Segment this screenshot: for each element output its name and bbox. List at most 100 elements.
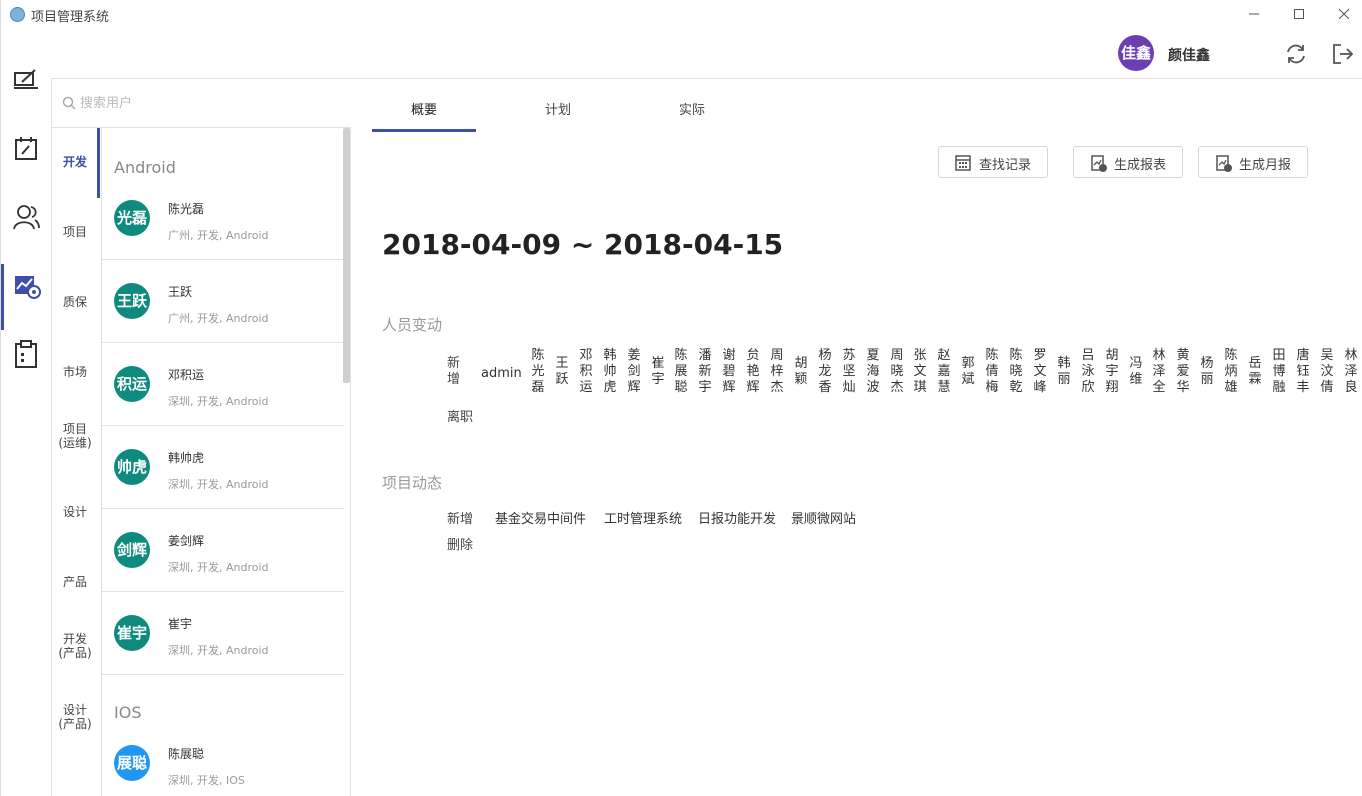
user-avatar[interactable]: 佳鑫	[1118, 35, 1154, 71]
category-product[interactable]: 产品	[52, 575, 98, 589]
avatar: 光磊	[114, 200, 150, 236]
category-ops[interactable]: 项目 (运维)	[52, 422, 98, 450]
user-item-meta: 广州, 开发, Android	[168, 312, 269, 325]
date-range-title: 2018-04-09 ~ 2018-04-15	[382, 228, 784, 261]
personnel-added-name[interactable]: 陈 炳 雄	[1223, 348, 1239, 396]
personnel-added-name[interactable]: 邓 积 运	[578, 348, 594, 396]
project-item[interactable]: 工时管理系统	[604, 508, 682, 527]
personnel-added-name[interactable]: 潘 新 宇	[697, 348, 713, 396]
category-qa[interactable]: 质保	[52, 295, 98, 309]
personnel-added-name[interactable]: 陈 展 聪	[673, 348, 689, 396]
user-item-name: 陈展聪	[168, 747, 205, 761]
personnel-section-title: 人员变动	[382, 316, 443, 334]
refresh-icon	[1287, 44, 1305, 64]
group-title-android: Android	[114, 158, 176, 177]
personnel-added-name[interactable]: 谢 碧 辉	[721, 348, 737, 396]
personnel-added-name[interactable]: 赵 嘉 慧	[936, 348, 952, 396]
category-dev-product[interactable]: 开发 (产品)	[52, 632, 98, 660]
maximize-button[interactable]	[1288, 4, 1310, 24]
list-item[interactable]: 积运 邓积运 深圳, 开发, Android	[102, 343, 344, 426]
personnel-added-name[interactable]: 陈 倩 梅	[984, 348, 1000, 396]
user-list-scrollbar[interactable]	[343, 128, 350, 383]
find-records-button[interactable]: 查找记录	[938, 146, 1048, 178]
personnel-added-name[interactable]: 苏 坚 灿	[841, 348, 857, 396]
personnel-added-name[interactable]: 崔 宇	[650, 356, 666, 388]
user-list: Android 光磊 陈光磊 广州, 开发, Android 王跃 王跃 广州,…	[101, 128, 351, 796]
clipboard-icon	[15, 340, 37, 368]
avatar: 王跃	[114, 283, 150, 319]
generate-report-button[interactable]: 生成报表	[1073, 146, 1183, 178]
close-window-button[interactable]	[1333, 4, 1355, 24]
logout-button[interactable]	[1331, 42, 1355, 66]
list-item[interactable]: 光磊 陈光磊 广州, 开发, Android	[102, 177, 344, 260]
project-item[interactable]: 景顺微网站	[791, 508, 856, 527]
personnel-added-name[interactable]: 胡 宇 翔	[1104, 348, 1120, 396]
personnel-added-name[interactable]: 林 泽 全	[1151, 348, 1167, 396]
personnel-added-name[interactable]: 陈 晓 乾	[1008, 348, 1024, 396]
personnel-added-name[interactable]: 唐 钰 丰	[1295, 348, 1311, 396]
personnel-added-name[interactable]: 王 跃	[554, 356, 570, 388]
personnel-added-name[interactable]: 周 梓 杰	[769, 348, 785, 396]
personnel-added-name[interactable]: 田 博 融	[1271, 348, 1287, 396]
tab-overview[interactable]: 概要	[372, 96, 476, 132]
app-logo-icon	[10, 7, 25, 22]
project-item[interactable]: 基金交易中间件	[495, 508, 586, 527]
personnel-added-name[interactable]: 韩 帅 虎	[602, 348, 618, 396]
minimize-icon	[1249, 13, 1259, 15]
search-icon	[62, 96, 76, 110]
personnel-added-name[interactable]: 郭 斌	[960, 356, 976, 388]
nav-tasks[interactable]	[1, 332, 51, 372]
avatar: 积运	[114, 366, 150, 402]
list-item[interactable]: 帅虎 韩帅虎 深圳, 开发, Android	[102, 426, 344, 509]
close-icon	[1338, 8, 1350, 20]
personnel-added-name[interactable]: 贠 艳 辉	[745, 348, 761, 396]
category-project[interactable]: 项目	[52, 225, 98, 239]
generate-monthly-button[interactable]: 生成月报	[1198, 146, 1308, 178]
personnel-added-name[interactable]: 吕 泳 欣	[1080, 348, 1096, 396]
logout-icon	[1333, 44, 1354, 64]
list-item[interactable]: 崔宇 崔宇 深圳, 开发, Android	[102, 592, 344, 675]
user-item-name: 陈光磊	[168, 202, 205, 216]
personnel-added-admin[interactable]: admin	[481, 366, 522, 381]
nav-daily-report[interactable]	[1, 60, 51, 100]
group-title-ios: IOS	[114, 703, 142, 722]
category-design-product[interactable]: 设计 (产品)	[52, 703, 98, 731]
nav-reports[interactable]	[1, 264, 51, 330]
personnel-added-name[interactable]: 吴 汶 倩	[1319, 348, 1335, 396]
list-item[interactable]: 王跃 王跃 广州, 开发, Android	[102, 260, 344, 343]
personnel-added-name[interactable]: 张 文 琪	[912, 348, 928, 396]
personnel-added-name[interactable]: 林 泽 良	[1343, 348, 1359, 396]
nav-users[interactable]	[1, 196, 51, 236]
nav-calendar[interactable]	[1, 128, 51, 168]
personnel-added-name[interactable]: 韩 丽	[1056, 356, 1072, 388]
generate-monthly-label: 生成月报	[1239, 158, 1292, 173]
personnel-added-name[interactable]: 胡 颖	[793, 356, 809, 388]
calendar-edit-icon	[15, 137, 37, 160]
personnel-added-name[interactable]: 周 晓 杰	[889, 348, 905, 396]
personnel-added-name[interactable]: 姜 剑 辉	[626, 348, 642, 396]
personnel-added-name[interactable]: 岳 霖	[1247, 356, 1263, 388]
list-item[interactable]: 展聪 陈展聪 深圳, 开发, IOS	[102, 722, 344, 796]
projects-added-label: 新增	[447, 512, 474, 527]
tab-actual[interactable]: 实际	[640, 96, 744, 132]
minimize-button[interactable]	[1243, 4, 1265, 24]
category-market[interactable]: 市场	[52, 365, 98, 379]
personnel-added-name[interactable]: 罗 文 峰	[1032, 348, 1048, 396]
avatar: 崔宇	[114, 615, 150, 651]
personnel-added-name[interactable]: 杨 丽	[1199, 356, 1215, 388]
header-bar: 佳鑫 颜佳鑫	[51, 30, 1362, 79]
personnel-added-name[interactable]: 夏 海 波	[865, 348, 881, 396]
list-item[interactable]: 剑辉 姜剑辉 深圳, 开发, Android	[102, 509, 344, 592]
refresh-button[interactable]	[1284, 42, 1308, 66]
find-records-label: 查找记录	[979, 158, 1032, 173]
personnel-added-name[interactable]: 冯 维	[1128, 356, 1144, 388]
personnel-added-name[interactable]: 陈 光 磊	[530, 348, 546, 396]
tab-plan[interactable]: 计划	[506, 96, 610, 132]
user-name[interactable]: 颜佳鑫	[1168, 45, 1210, 65]
search-input[interactable]	[80, 92, 330, 114]
category-dev[interactable]: 开发	[52, 155, 98, 169]
personnel-added-name[interactable]: 杨 龙 香	[817, 348, 833, 396]
project-item[interactable]: 日报功能开发	[698, 508, 776, 527]
personnel-added-name[interactable]: 黄 爱 华	[1175, 348, 1191, 396]
category-design[interactable]: 设计	[52, 505, 98, 519]
